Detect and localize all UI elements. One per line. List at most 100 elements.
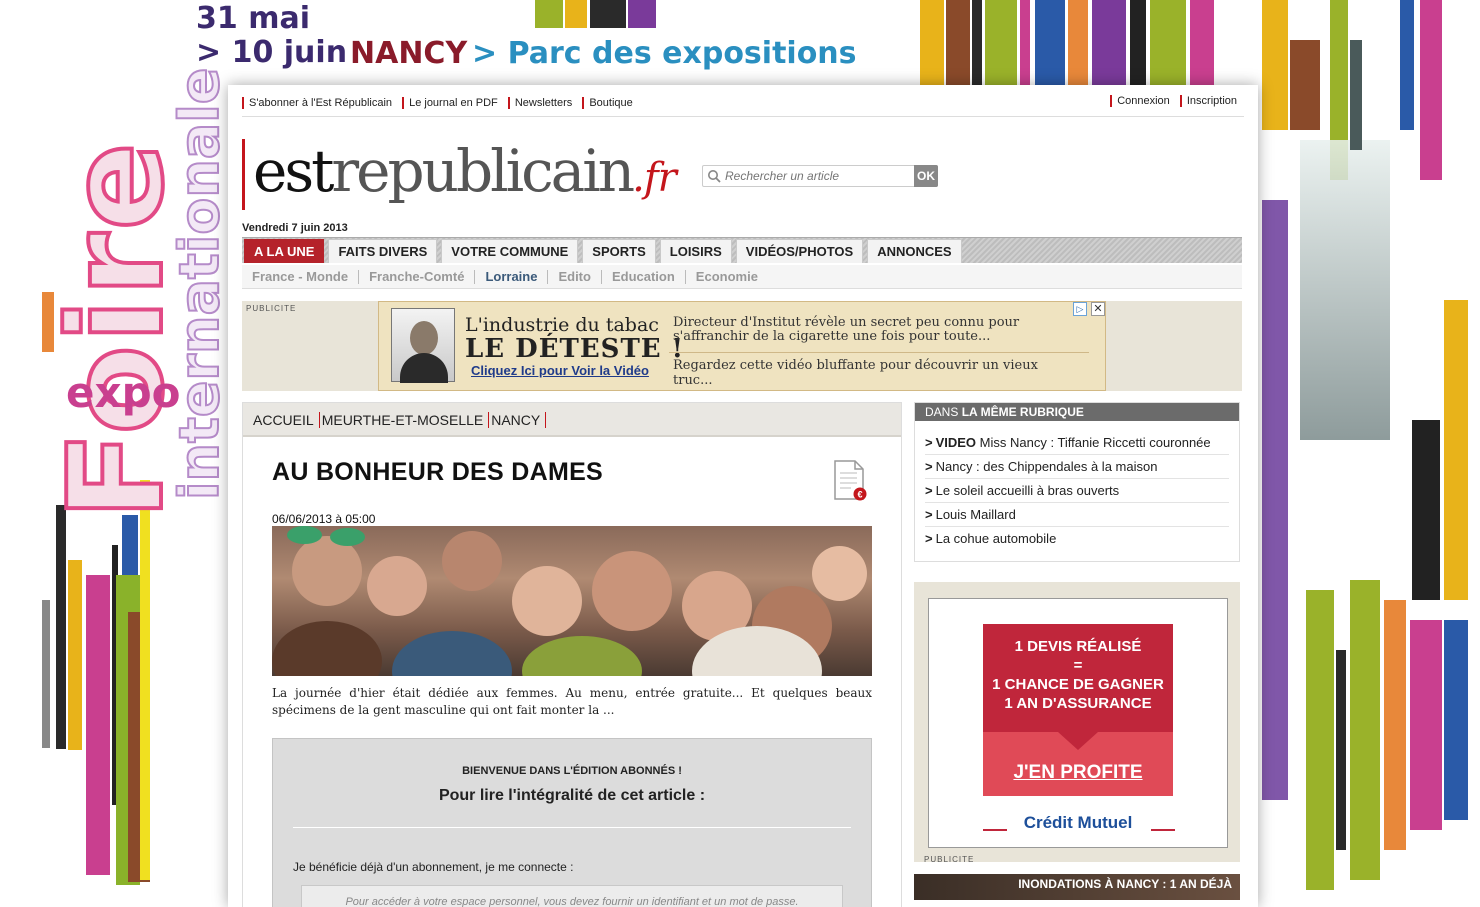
paywall-subscriber-text: Je bénéficie déjà d'un abonnement, je me… (293, 860, 574, 874)
chevron-right-icon: > (925, 459, 933, 474)
logo-part-fr: .fr (632, 155, 677, 201)
breadcrumb-accueil[interactable]: ACCUEIL (253, 412, 320, 428)
promo-venue: > Parc des expositions (472, 36, 857, 71)
pdf-download-icon[interactable]: € (833, 459, 867, 501)
ad-brand-rule-right (1151, 829, 1175, 831)
list-item[interactable]: > Louis Maillard (925, 503, 1229, 527)
list-item-text: La cohue automobile (935, 531, 1057, 546)
top-links-left: S'abonner à l'Est Républicain Le journal… (242, 97, 640, 109)
ad-offer-line-3: 1 CHANCE DE GAGNER (992, 676, 1164, 693)
search-icon (708, 170, 721, 183)
article-title: AU BONHEUR DES DAMES (272, 458, 604, 486)
main-page: S'abonner à l'Est Républicain Le journal… (228, 85, 1258, 907)
svg-text:€: € (857, 490, 862, 500)
nav-tab-loisirs[interactable]: LOISIRS (659, 239, 732, 263)
ad-close-icon[interactable]: ✕ (1091, 302, 1105, 316)
promo-date-start: 31 mai (196, 1, 310, 36)
signup-link[interactable]: Inscription (1179, 95, 1242, 107)
shop-link[interactable]: Boutique (582, 97, 638, 109)
search-input[interactable] (725, 167, 911, 185)
ad-text-2: Regardez cette vidéo bluffante pour déco… (673, 358, 1038, 388)
search-box: OK (702, 165, 938, 187)
breadcrumb-nancy[interactable]: NANCY (491, 412, 547, 428)
ad-offer-line-4: 1 AN D'ASSURANCE (1004, 695, 1152, 712)
list-item-text: Le soleil accueilli à bras ouverts (935, 483, 1120, 498)
subnav-lorraine[interactable]: Lorraine (475, 270, 549, 284)
sidebar-ad-frame[interactable]: 1 DEVIS RÉALISÉ = 1 CHANCE DE GAGNER 1 A… (928, 598, 1228, 848)
subscribe-link[interactable]: S'abonner à l'Est Républicain (242, 97, 398, 109)
subnav-franche-comte[interactable]: Franche-Comté (359, 270, 476, 284)
sidebar: DANS LA MÊME RUBRIQUE > VIDEO Miss Nancy … (914, 402, 1240, 900)
ad-label: PUBLICITE (246, 304, 297, 313)
pdf-journal-link[interactable]: Le journal en PDF (402, 97, 503, 109)
promo-date-end: > 10 juin (196, 35, 348, 70)
top-links-right: Connexion Inscription (1110, 95, 1244, 107)
main-nav: A LA UNE FAITS DIVERS VOTRE COMMUNE SPOR… (242, 237, 1242, 263)
sidebar-ad: 1 DEVIS RÉALISÉ = 1 CHANCE DE GAGNER 1 A… (914, 582, 1240, 864)
same-section-list: > VIDEO Miss Nancy : Tiffanie Riccetti co… (915, 421, 1239, 551)
list-item-text: Nancy : des Chippendales à la maison (935, 459, 1158, 474)
paywall-welcome: BIENVENUE DANS L'ÉDITION ABONNÉS ! (462, 765, 682, 777)
nav-tab-votre-commune[interactable]: VOTRE COMMUNE (441, 239, 579, 263)
list-item[interactable]: > La cohue automobile (925, 527, 1229, 551)
chevron-right-icon: > (925, 531, 933, 546)
nav-tab-annonces[interactable]: ANNONCES (867, 239, 962, 263)
search-submit-button[interactable]: OK (914, 165, 938, 187)
article-date: 06/06/2013 à 05:00 (272, 512, 376, 526)
same-section-header: DANS LA MÊME RUBRIQUE (915, 403, 1239, 421)
list-item-text: Miss Nancy : Tiffanie Riccetti couronnée (976, 435, 1211, 450)
nav-tab-sports[interactable]: SPORTS (582, 239, 656, 263)
top-ad-strip: PUBLICITE L'industrie du tabac LE DÉTEST… (242, 301, 1242, 391)
nav-tab-videos-photos[interactable]: VIDÉOS/PHOTOS (735, 239, 864, 263)
nav-tab-a-la-une[interactable]: A LA UNE (244, 239, 325, 263)
chevron-right-icon: > (925, 483, 933, 498)
ad-notch-arrow-icon (1058, 732, 1098, 750)
top-links-bar: S'abonner à l'Est Républicain Le journal… (242, 95, 1244, 117)
newsletters-link[interactable]: Newsletters (507, 97, 578, 109)
chevron-right-icon: > (925, 435, 933, 450)
list-item[interactable]: > Le soleil accueilli à bras ouverts (925, 479, 1229, 503)
list-item-tag: VIDEO (935, 435, 977, 450)
same-section-header-prefix: DANS (925, 405, 962, 419)
list-item[interactable]: > Nancy : des Chippendales à la maison (925, 455, 1229, 479)
breadcrumb-meurthe-et-moselle[interactable]: MEURTHE-ET-MOSELLE (321, 412, 490, 428)
ad-offer-line-2: = (1073, 657, 1083, 674)
nav-tab-faits-divers[interactable]: FAITS DIVERS (328, 239, 438, 263)
subnav-education[interactable]: Education (602, 270, 686, 284)
promo-dates: 31 mai > 10 juin (196, 2, 347, 70)
subnav-france-monde[interactable]: France - Monde (242, 270, 360, 284)
sidebar-ad-label: PUBLICITE (924, 855, 975, 864)
promo-expo-word: expo (66, 368, 181, 417)
ad-headline-2: LE DÉTESTE ! (465, 334, 685, 364)
sub-nav: France - Monde Franche-Comté Lorraine Edito… (242, 265, 1242, 289)
adchoices-icon[interactable]: ▷ (1073, 302, 1087, 316)
article-excerpt: La journée d'hier était dédiée aux femme… (272, 686, 872, 717)
ad-video-link[interactable]: Cliquez Ici pour Voir la Vidéo (471, 363, 649, 378)
promo-vertical-subtitle: internationale (167, 67, 232, 501)
list-item[interactable]: > VIDEO Miss Nancy : Tiffanie Riccetti co… (925, 431, 1229, 455)
current-date: Vendredi 7 juin 2013 (242, 222, 348, 234)
ad-text-1: Directeur d'Institut révèle un secret pe… (673, 315, 1020, 344)
subnav-economie[interactable]: Economie (686, 270, 768, 284)
article-panel: ACCUEIL MEURTHE-ET-MOSELLE NANCY AU BONHEU… (242, 402, 902, 907)
flood-feature-banner[interactable]: INONDATIONS À NANCY : 1 AN DÉJÀ (914, 874, 1240, 900)
login-link[interactable]: Connexion (1110, 95, 1175, 107)
article-photo[interactable] (272, 526, 872, 676)
logo-part-est: est (253, 137, 334, 205)
site-logo[interactable]: estrepublicain.fr (242, 137, 677, 210)
paywall-login-hint: Pour accéder à votre espace personnel, v… (301, 885, 843, 907)
paywall-box: BIENVENUE DANS L'ÉDITION ABONNÉS ! Pour … (272, 738, 872, 907)
breadcrumb: ACCUEIL MEURTHE-ET-MOSELLE NANCY (243, 403, 901, 437)
same-section-box: DANS LA MÊME RUBRIQUE > VIDEO Miss Nancy … (914, 402, 1240, 562)
same-section-header-title: LA MÊME RUBRIQUE (961, 405, 1084, 419)
paywall-divider (293, 827, 851, 828)
ad-offer-line-1: 1 DEVIS RÉALISÉ (1014, 638, 1142, 655)
subnav-edito[interactable]: Edito (548, 270, 602, 284)
top-ad-banner[interactable]: L'industrie du tabac LE DÉTESTE ! Clique… (378, 301, 1106, 391)
sidebar-ad-offer: 1 DEVIS RÉALISÉ = 1 CHANCE DE GAGNER 1 A… (983, 624, 1173, 732)
sidebar-ad-brand-logo: Crédit Mutuel (1023, 813, 1133, 832)
list-item-text: Louis Maillard (935, 507, 1016, 522)
ad-portrait-image (391, 308, 455, 383)
promo-city: NANCY (350, 36, 468, 71)
paywall-headline: Pour lire l'intégralité de cet article : (438, 787, 706, 804)
